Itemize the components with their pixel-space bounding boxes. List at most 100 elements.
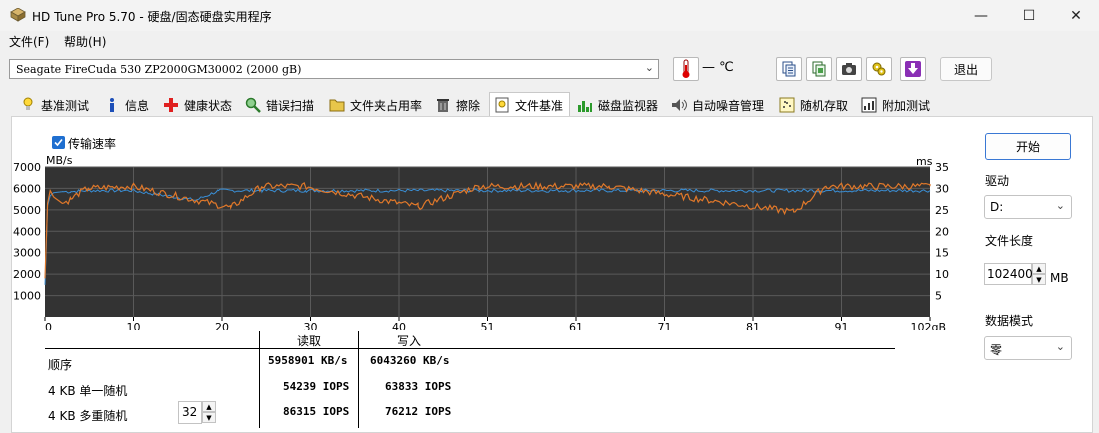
drive-letter-value: D:: [990, 200, 1004, 214]
data-mode-value: 零: [990, 343, 1003, 357]
y2-tick-label: 15: [935, 247, 949, 260]
exit-button[interactable]: 退出: [940, 57, 992, 81]
menu-file[interactable]: 文件(F): [9, 33, 49, 50]
menu-help[interactable]: 帮助(H): [64, 33, 106, 50]
noise-icon: [671, 97, 687, 113]
tab-label: 附加测试: [882, 98, 931, 113]
y-tick-label: 3000: [13, 247, 41, 260]
4k-multi-read-value: 86315 IOPS: [283, 405, 350, 418]
tab-info[interactable]: 信息: [104, 94, 149, 116]
drive-letter-select[interactable]: D: ⌄: [984, 195, 1072, 219]
data-mode-select[interactable]: 零 ⌄: [984, 336, 1072, 360]
drive-selector[interactable]: Seagate FireCuda 530 ZP2000GM30002 (2000…: [9, 59, 659, 79]
close-icon[interactable]: ✕: [1053, 0, 1099, 31]
info-icon: [104, 97, 120, 113]
tab-label: 信息: [125, 98, 150, 113]
tab-label: 随机存取: [800, 98, 849, 113]
tab-label: 擦除: [456, 98, 481, 113]
menu-bar: [0, 31, 1099, 51]
options-icon[interactable]: [866, 57, 892, 81]
extra-tests-icon: [861, 97, 877, 113]
file-length-unit: MB: [1050, 271, 1069, 285]
file-length-input[interactable]: 102400: [984, 263, 1033, 285]
results-divider: [45, 348, 895, 349]
y2-axis-unit: ms: [916, 155, 933, 168]
tab-health[interactable]: 健康状态: [163, 94, 232, 116]
tab-label: 自动噪音管理: [692, 98, 765, 113]
y-axis-unit: MB/s: [46, 154, 73, 167]
y2-tick-label: 20: [935, 225, 949, 238]
y2-tick-label: 35: [935, 161, 949, 174]
file-length-value: 102400: [987, 267, 1033, 281]
4k-single-write-value: 63833 IOPS: [385, 380, 452, 393]
file-length-up-icon[interactable]: ▲: [1032, 263, 1046, 274]
tab-benchmark[interactable]: 基准测试: [20, 94, 89, 116]
write-header: 写入: [397, 334, 422, 348]
tab-disk-monitor[interactable]: 磁盘监视器: [577, 94, 658, 116]
chevron-down-icon: ⌄: [644, 61, 654, 74]
random-access-icon: [779, 97, 795, 113]
health-icon: [163, 97, 179, 113]
x-axis-ticks: 0 10 20 30 40 51 61 71 81 91 102gB: [44, 317, 946, 330]
data-mode-label: 数据模式: [985, 314, 1034, 328]
tab-random-access[interactable]: 随机存取: [779, 94, 848, 116]
minimize-icon[interactable]: —: [958, 0, 1004, 31]
row-label-4k-multi: 4 KB 多重随机: [48, 409, 128, 423]
file-length-down-icon[interactable]: ▼: [1032, 274, 1046, 285]
queue-up-icon[interactable]: ▲: [202, 401, 216, 412]
camera-icon[interactable]: [836, 57, 862, 81]
read-header: 读取: [297, 334, 322, 348]
file-benchmark-icon: [494, 97, 510, 113]
y-tick-label: 4000: [13, 225, 41, 238]
window-title: HD Tune Pro 5.70 - 硬盘/固态硬盘实用程序: [32, 10, 272, 24]
tab-label: 文件夹占用率: [350, 98, 423, 113]
y2-axis-ticks: 5 10 15 20 25 30 35: [935, 161, 949, 303]
y2-tick-label: 5: [935, 290, 942, 303]
tab-error-scan[interactable]: 错误扫描: [245, 94, 314, 116]
queue-down-icon[interactable]: ▼: [202, 412, 216, 423]
disk-monitor-icon: [577, 97, 593, 113]
tab-label: 基准测试: [41, 98, 90, 113]
x-tick-label: 30: [304, 321, 318, 330]
thermometer-icon: [673, 57, 699, 81]
row-label-sequential: 顺序: [48, 358, 73, 372]
temperature-readout: — ℃: [702, 60, 734, 75]
x-tick-label: 102gB: [910, 321, 946, 330]
transfer-rate-checkbox[interactable]: [52, 136, 65, 149]
tab-label: 健康状态: [184, 98, 233, 113]
x-tick-label: 40: [392, 321, 406, 330]
save-download-icon[interactable]: [900, 57, 926, 81]
file-length-label: 文件长度: [985, 234, 1034, 248]
x-tick-label: 20: [215, 321, 229, 330]
tab-extra-tests[interactable]: 附加测试: [861, 94, 930, 116]
tab-label: 错误扫描: [266, 98, 315, 113]
y-tick-label: 7000: [13, 161, 41, 174]
tab-label: 文件基准: [515, 98, 564, 113]
erase-icon: [435, 97, 451, 113]
y-tick-label: 6000: [13, 182, 41, 195]
tab-erase[interactable]: 擦除: [435, 94, 480, 116]
x-tick-label: 71: [658, 321, 672, 330]
4k-single-read-value: 54239 IOPS: [283, 380, 350, 393]
copy-image-icon[interactable]: [806, 57, 832, 81]
drive-label: 驱动: [985, 174, 1010, 188]
app-icon: [10, 8, 26, 22]
queue-depth-value: 32: [182, 405, 198, 419]
x-tick-label: 61: [569, 321, 583, 330]
y2-tick-label: 30: [935, 182, 949, 195]
x-tick-label: 51: [481, 321, 495, 330]
queue-depth-input[interactable]: 32: [178, 401, 202, 424]
y-tick-label: 5000: [13, 204, 41, 217]
tab-file-benchmark[interactable]: 文件基准: [489, 92, 571, 117]
x-tick-label: 81: [746, 321, 760, 330]
tab-label: 磁盘监视器: [598, 98, 659, 113]
tab-folder-usage[interactable]: 文件夹占用率: [329, 94, 422, 116]
x-tick-label: 0: [45, 321, 52, 330]
chevron-down-icon: ⌄: [1055, 199, 1065, 212]
tab-noise-management[interactable]: 自动噪音管理: [671, 94, 764, 116]
results-column-divider: [358, 331, 359, 428]
sequential-read-value: 5958901 KB/s: [268, 354, 348, 367]
copy-text-icon[interactable]: [776, 57, 802, 81]
start-button[interactable]: 开始: [985, 133, 1071, 160]
maximize-icon[interactable]: ☐: [1006, 0, 1052, 31]
